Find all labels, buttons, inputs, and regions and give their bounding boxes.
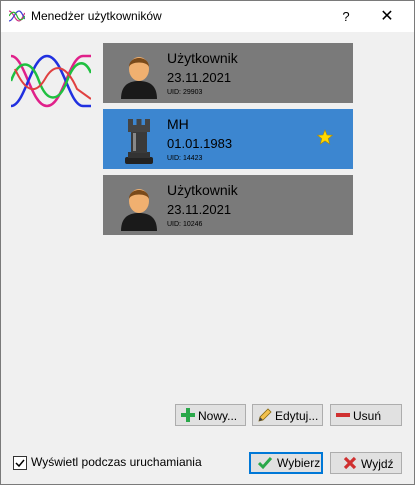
user-date: 23.11.2021 (167, 70, 232, 85)
user-date: 01.01.1983 (167, 136, 233, 151)
user-name: Użytkownik (167, 50, 238, 66)
chess-rook-avatar-icon (125, 119, 153, 164)
exit-label: Wyjdź (361, 457, 394, 471)
favorite-star-icon (317, 129, 333, 145)
pencil-icon (258, 408, 272, 422)
startup-checkbox[interactable] (13, 456, 27, 470)
exit-button[interactable]: Wyjdź (330, 452, 402, 474)
delete-user-label: Usuń (353, 409, 382, 423)
select-button[interactable]: Wybierz (249, 452, 323, 474)
user-name: Użytkownik (167, 182, 238, 198)
waveform-logo-icon (11, 54, 91, 108)
checkmark-icon (15, 459, 25, 468)
user-uid: UID: 14423 (167, 155, 203, 162)
user-card-selected[interactable]: MH 01.01.1983 UID: 14423 (103, 109, 353, 169)
user-name: MH (167, 116, 189, 132)
user-uid: UID: 29903 (167, 89, 203, 96)
user-card[interactable]: Użytkownik 23.11.2021 UID: 10246 (103, 175, 353, 235)
close-button[interactable]: ✕ (369, 6, 405, 28)
new-user-button[interactable]: Nowy... (175, 404, 246, 426)
title-bar: Menedżer użytkowników ? ✕ (1, 1, 414, 32)
plus-icon (181, 408, 195, 422)
edit-user-label: Edytuj... (275, 409, 319, 423)
help-button[interactable]: ? (331, 6, 361, 28)
minus-icon (336, 413, 350, 417)
checkmark-icon (258, 457, 272, 470)
user-uid: UID: 10246 (167, 221, 203, 228)
person-avatar-icon (121, 57, 157, 99)
red-x-icon (343, 456, 357, 470)
select-label: Wybierz (277, 456, 321, 470)
user-manager-window: Menedżer użytkowników ? ✕ Użytkownik 23.… (0, 0, 415, 485)
window-title: Menedżer użytkowników (31, 9, 162, 23)
new-user-label: Nowy... (198, 409, 238, 423)
user-date: 23.11.2021 (167, 202, 232, 217)
edit-user-button[interactable]: Edytuj... (252, 404, 323, 426)
delete-user-button[interactable]: Usuń (330, 404, 402, 426)
person-avatar-icon (121, 189, 157, 231)
user-card[interactable]: Użytkownik 23.11.2021 UID: 29903 (103, 43, 353, 103)
startup-checkbox-label: Wyświetl podczas uruchamiania (31, 455, 202, 469)
app-icon (9, 10, 25, 22)
